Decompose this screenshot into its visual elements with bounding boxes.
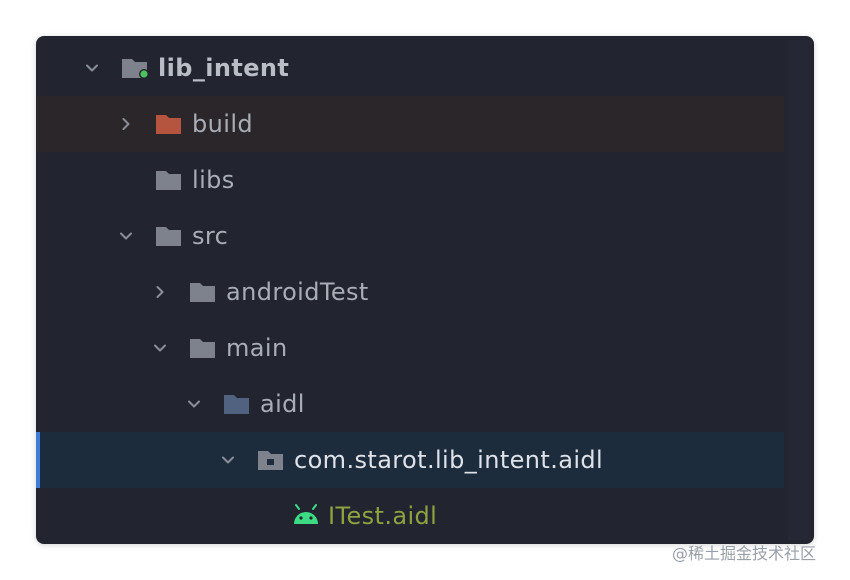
folder-icon bbox=[154, 224, 186, 252]
tree-row-build[interactable]: build bbox=[36, 96, 784, 152]
chevron-down-icon[interactable] bbox=[216, 432, 240, 488]
tree-row-itest-aidl[interactable]: ITest.aidl bbox=[36, 488, 784, 544]
module-folder-icon bbox=[120, 56, 152, 84]
chevron-right-icon[interactable] bbox=[114, 96, 138, 152]
folder-icon bbox=[154, 168, 186, 196]
tree-row-main[interactable]: main bbox=[36, 320, 784, 376]
tree-row-libs[interactable]: libs bbox=[36, 152, 784, 208]
tree-row-lib-intent[interactable]: lib_intent bbox=[36, 40, 784, 96]
watermark: @稀土掘金技术社区 bbox=[672, 544, 817, 563]
source-folder-icon bbox=[222, 392, 254, 420]
tree-label-libs: libs bbox=[192, 166, 235, 194]
tree-label-lib-intent: lib_intent bbox=[158, 54, 290, 82]
tree-row-package[interactable]: com.starot.lib_intent.aidl bbox=[36, 432, 784, 488]
chevron-down-icon[interactable] bbox=[182, 376, 206, 432]
tree-label-build: build bbox=[192, 110, 254, 138]
tree-row-src[interactable]: src bbox=[36, 208, 784, 264]
tree-label-aidl: aidl bbox=[260, 390, 305, 418]
project-tree-panel: lib_intent build libs src androidTest ma… bbox=[36, 36, 814, 544]
chevron-down-icon[interactable] bbox=[114, 208, 138, 264]
android-icon bbox=[292, 504, 320, 532]
tree-row-aidl[interactable]: aidl bbox=[36, 376, 784, 432]
tree-label-src: src bbox=[192, 222, 229, 250]
folder-icon bbox=[188, 336, 220, 364]
tree-label-android-test: androidTest bbox=[226, 278, 369, 306]
folder-icon bbox=[188, 280, 220, 308]
chevron-right-icon[interactable] bbox=[148, 264, 172, 320]
excluded-folder-icon bbox=[154, 112, 186, 140]
chevron-down-icon[interactable] bbox=[148, 320, 172, 376]
tree-label-package: com.starot.lib_intent.aidl bbox=[294, 446, 604, 474]
vertical-scrollbar[interactable] bbox=[788, 40, 810, 540]
chevron-down-icon[interactable] bbox=[80, 40, 104, 96]
tree-label-main: main bbox=[226, 334, 288, 362]
package-folder-icon bbox=[256, 448, 288, 476]
tree-row-android-test[interactable]: androidTest bbox=[36, 264, 784, 320]
tree-label-itest-aidl: ITest.aidl bbox=[328, 502, 438, 530]
